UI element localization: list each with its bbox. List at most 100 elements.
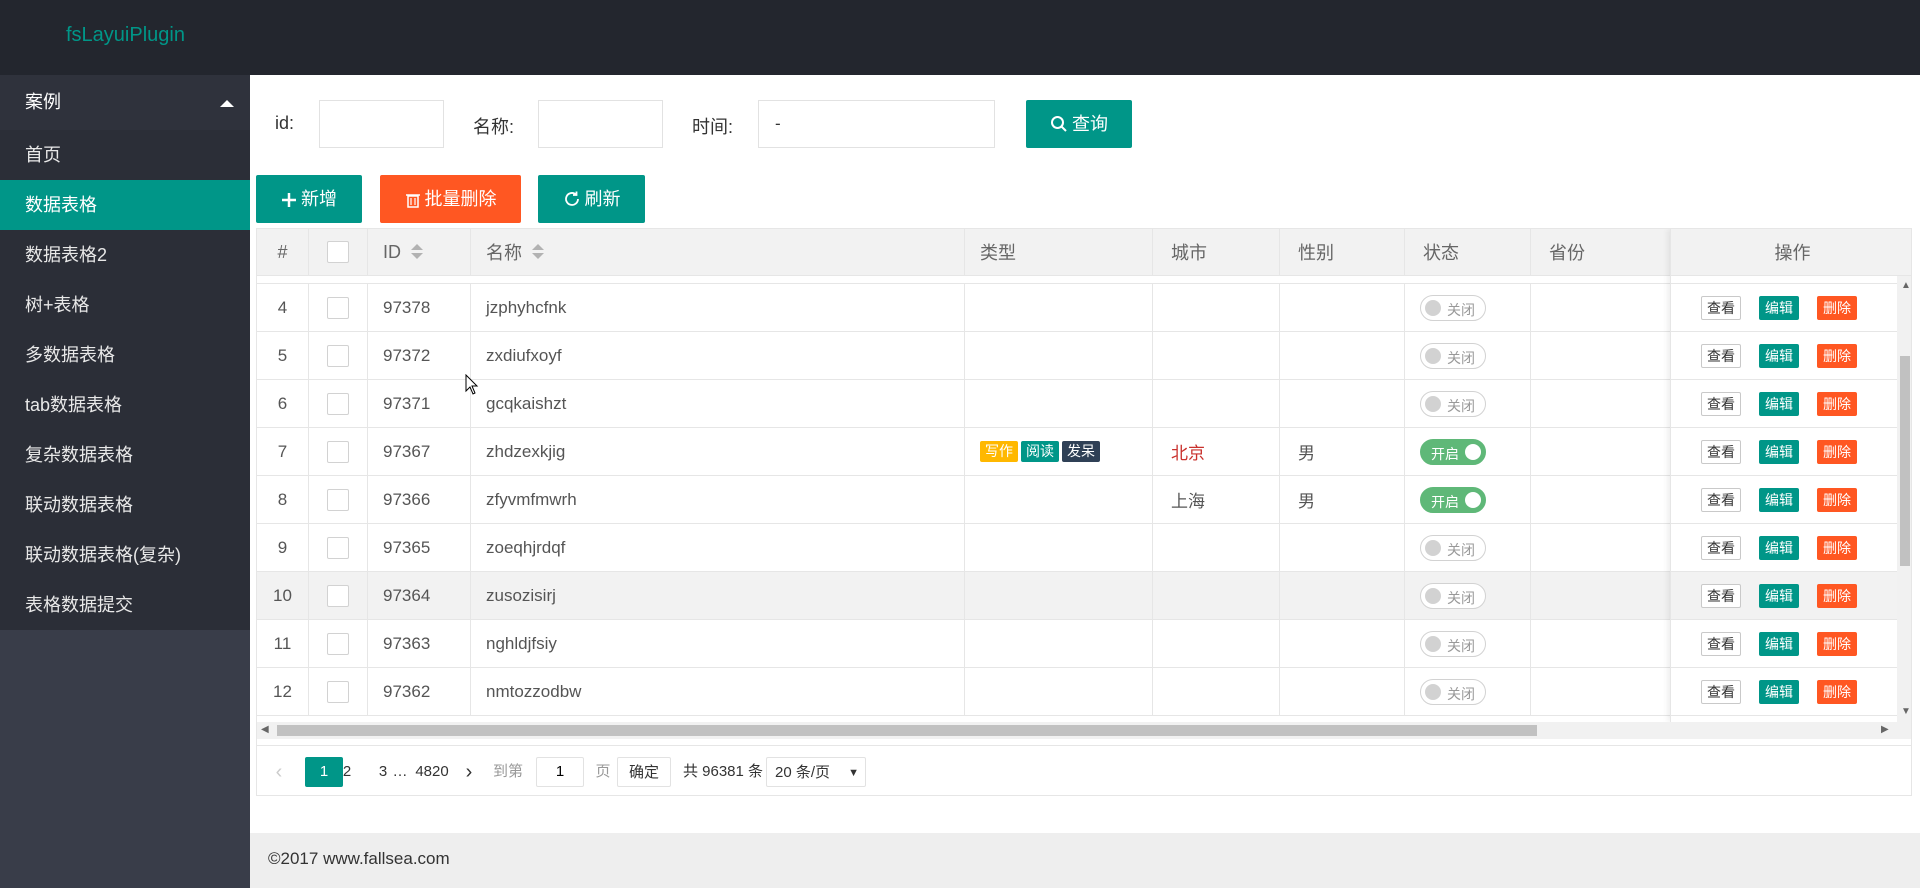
cell-type	[965, 620, 1153, 667]
delete-button[interactable]: 删除	[1817, 535, 1857, 560]
goto-confirm-button[interactable]: 确定	[617, 757, 671, 787]
table-row[interactable]: 7 97367 zhdzexkjig 写作 阅读 发呆 北京男开启	[257, 428, 1911, 476]
vertical-scroll-thumb[interactable]	[1900, 356, 1910, 566]
sidebar-item[interactable]: 表格数据提交	[0, 580, 250, 630]
status-toggle[interactable]: 关闭	[1420, 630, 1486, 657]
row-checkbox[interactable]	[327, 440, 349, 463]
status-toggle[interactable]: 开启	[1420, 486, 1486, 513]
row-checkbox[interactable]	[327, 536, 349, 559]
sidebar-group-cases[interactable]: 案例	[0, 75, 250, 130]
batch-delete-button[interactable]: 批量删除	[380, 175, 521, 223]
status-toggle[interactable]: 关闭	[1420, 534, 1486, 561]
refresh-icon	[564, 191, 579, 206]
horizontal-scrollbar[interactable]: ◀ ▶	[257, 722, 1911, 739]
scroll-right-icon[interactable]: ▶	[1881, 724, 1889, 735]
table-row[interactable]: 5 97372 zxdiufxoyf 关闭	[257, 332, 1911, 380]
delete-button[interactable]: 删除	[1817, 583, 1857, 608]
cell-checkbox	[309, 668, 368, 715]
view-button[interactable]: 查看	[1701, 487, 1741, 512]
view-button[interactable]: 查看	[1701, 343, 1741, 368]
edit-button[interactable]: 编辑	[1759, 391, 1799, 416]
row-checkbox[interactable]	[327, 632, 349, 655]
status-toggle[interactable]: 关闭	[1420, 342, 1486, 369]
delete-button[interactable]: 删除	[1817, 343, 1857, 368]
prev-page-icon[interactable]: ‹	[269, 757, 289, 787]
row-checkbox[interactable]	[327, 488, 349, 511]
sidebar-item[interactable]: 联动数据表格	[0, 480, 250, 530]
view-button[interactable]: 查看	[1701, 631, 1741, 656]
goto-page-input[interactable]	[536, 757, 584, 787]
status-toggle[interactable]: 关闭	[1420, 294, 1486, 321]
add-button[interactable]: 新增	[256, 175, 362, 223]
edit-button[interactable]: 编辑	[1759, 631, 1799, 656]
sidebar-item[interactable]: 树+表格	[0, 280, 250, 330]
row-checkbox[interactable]	[327, 344, 349, 367]
sidebar-item[interactable]: 首页	[0, 130, 250, 180]
app-logo[interactable]: fsLayuiPlugin	[66, 24, 185, 47]
scroll-up-icon[interactable]: ▲	[1901, 280, 1911, 291]
vertical-scrollbar[interactable]: ▲ ▼	[1897, 276, 1911, 722]
sidebar-item[interactable]: 联动数据表格(复杂)	[0, 530, 250, 580]
delete-button[interactable]: 删除	[1817, 439, 1857, 464]
row-checkbox[interactable]	[327, 584, 349, 607]
edit-button[interactable]: 编辑	[1759, 487, 1799, 512]
cell-province	[1531, 620, 1671, 667]
edit-button[interactable]: 编辑	[1759, 343, 1799, 368]
edit-button[interactable]: 编辑	[1759, 535, 1799, 560]
table-row[interactable]: 9 97365 zoeqhjrdqf 关闭	[257, 524, 1911, 572]
next-page-icon[interactable]: ›	[457, 757, 481, 787]
row-checkbox[interactable]	[327, 680, 349, 703]
delete-button[interactable]: 删除	[1817, 391, 1857, 416]
status-toggle[interactable]: 关闭	[1420, 582, 1486, 609]
view-button[interactable]: 查看	[1701, 295, 1741, 320]
sidebar-item[interactable]: tab数据表格	[0, 380, 250, 430]
delete-button[interactable]: 删除	[1817, 295, 1857, 320]
scroll-left-icon[interactable]: ◀	[261, 724, 269, 735]
sort-icon[interactable]	[532, 244, 544, 260]
cell-checkbox	[309, 524, 368, 571]
edit-button[interactable]: 编辑	[1759, 295, 1799, 320]
col-id-header[interactable]: ID	[368, 229, 471, 275]
time-range-input[interactable]	[758, 100, 995, 148]
delete-button[interactable]: 删除	[1817, 679, 1857, 704]
table-row[interactable]: 11 97363 nghldjfsiy 关闭	[257, 620, 1911, 668]
delete-button[interactable]: 删除	[1817, 487, 1857, 512]
table-row[interactable]: 12 97362 nmtozzodbw 关闭	[257, 668, 1911, 716]
edit-button[interactable]: 编辑	[1759, 679, 1799, 704]
view-button[interactable]: 查看	[1701, 439, 1741, 464]
actions-row: 查看 编辑 删除	[1671, 476, 1911, 524]
table-row[interactable]: 6 97371 gcqkaishzt 关闭	[257, 380, 1911, 428]
id-input[interactable]	[319, 100, 444, 148]
view-button[interactable]: 查看	[1701, 679, 1741, 704]
query-button[interactable]: 查询	[1026, 100, 1132, 148]
col-name-header[interactable]: 名称	[471, 229, 965, 275]
horizontal-scroll-thumb[interactable]	[277, 725, 1537, 736]
cell-status: 关闭	[1405, 668, 1531, 715]
status-toggle[interactable]: 开启	[1420, 438, 1486, 465]
sidebar-item[interactable]: 数据表格2	[0, 230, 250, 280]
page-size-select[interactable]: 20 条/页 ▼	[766, 757, 866, 787]
table-row[interactable]: 10 97364 zusozisirj 关闭	[257, 572, 1911, 620]
page-last[interactable]: 4820	[411, 757, 453, 787]
view-button[interactable]: 查看	[1701, 535, 1741, 560]
edit-button[interactable]: 编辑	[1759, 583, 1799, 608]
sidebar-item[interactable]: 数据表格	[0, 180, 250, 230]
status-toggle[interactable]: 关闭	[1420, 390, 1486, 417]
row-checkbox[interactable]	[327, 392, 349, 415]
refresh-button[interactable]: 刷新	[538, 175, 645, 223]
select-all-checkbox[interactable]	[327, 241, 349, 263]
row-checkbox[interactable]	[327, 296, 349, 319]
edit-button[interactable]: 编辑	[1759, 439, 1799, 464]
view-button[interactable]: 查看	[1701, 391, 1741, 416]
page-2[interactable]: 2	[329, 757, 365, 787]
view-button[interactable]: 查看	[1701, 583, 1741, 608]
table-row[interactable]: 8 97366 zfyvmfmwrh 上海男 开启	[257, 476, 1911, 524]
name-input[interactable]	[538, 100, 663, 148]
status-toggle[interactable]: 关闭	[1420, 678, 1486, 705]
delete-button[interactable]: 删除	[1817, 631, 1857, 656]
table-row[interactable]: 4 97378 jzphyhcfnk 关闭	[257, 284, 1911, 332]
sidebar-item[interactable]: 多数据表格	[0, 330, 250, 380]
scroll-down-icon[interactable]: ▼	[1901, 706, 1911, 717]
sidebar-item[interactable]: 复杂数据表格	[0, 430, 250, 480]
sort-icon[interactable]	[411, 244, 423, 260]
